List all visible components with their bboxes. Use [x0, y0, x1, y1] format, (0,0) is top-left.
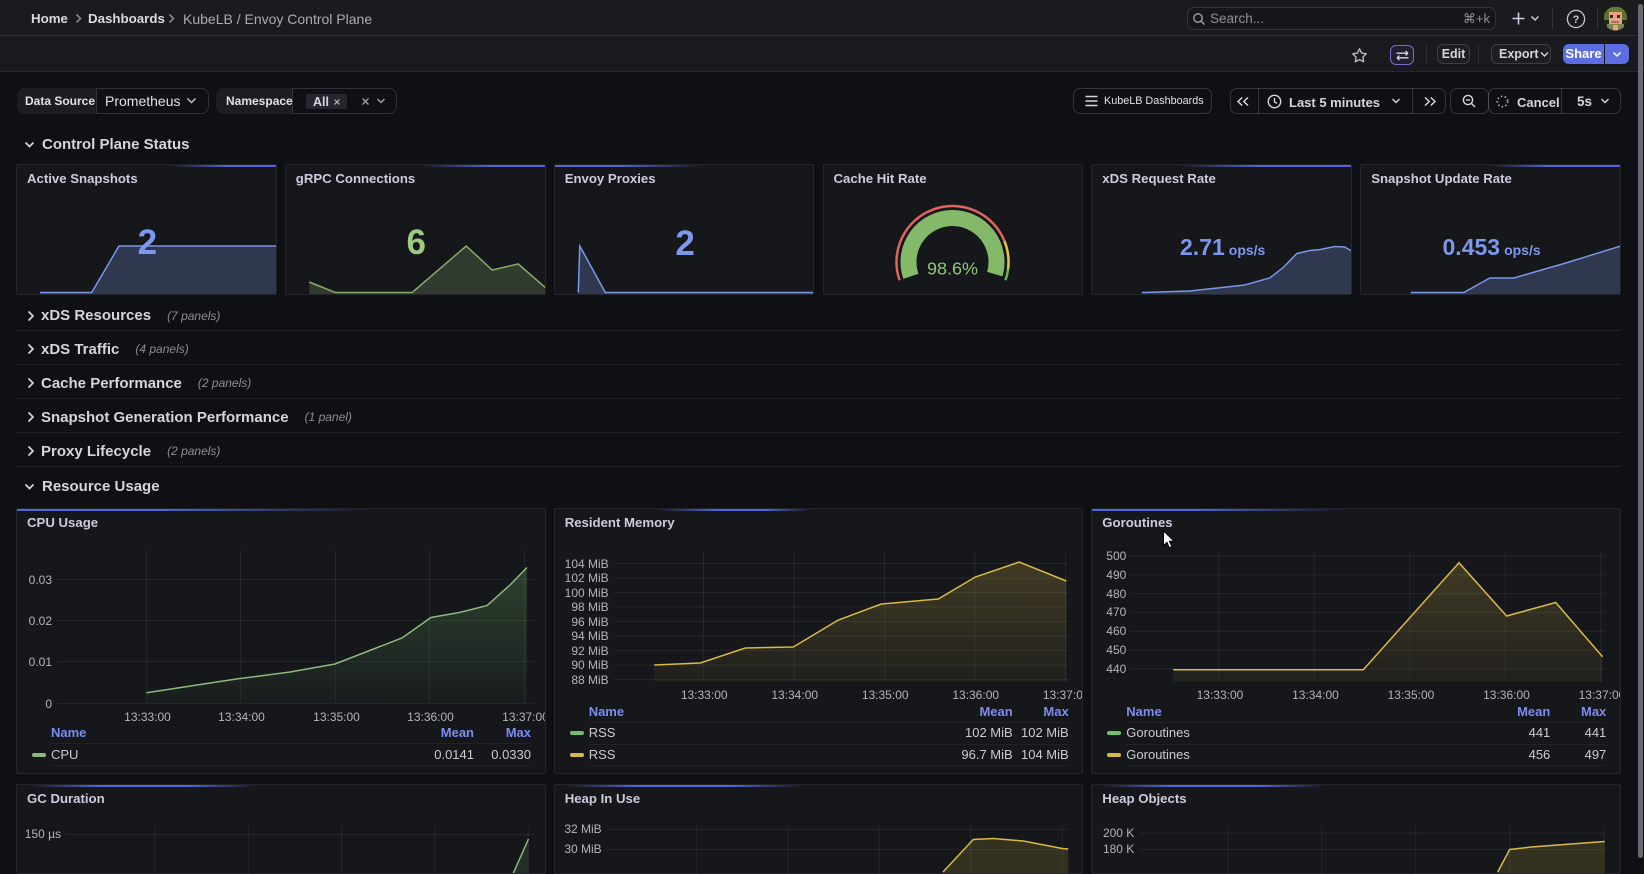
svg-text:98.6%: 98.6% [926, 258, 977, 278]
